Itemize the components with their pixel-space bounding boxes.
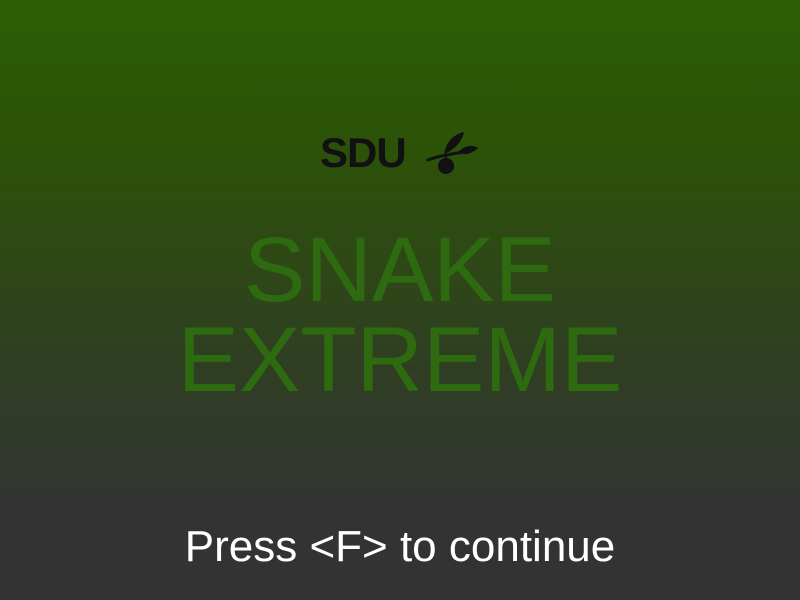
game-title-line-2: EXTREME	[177, 309, 623, 411]
sdu-logo: SDU	[320, 124, 480, 178]
continue-prompt: Press <F> to continue	[184, 522, 616, 571]
leaf-apple-icon	[426, 132, 478, 174]
game-title-line-1: SNAKE	[244, 219, 556, 321]
logo-text: SDU	[320, 129, 407, 176]
